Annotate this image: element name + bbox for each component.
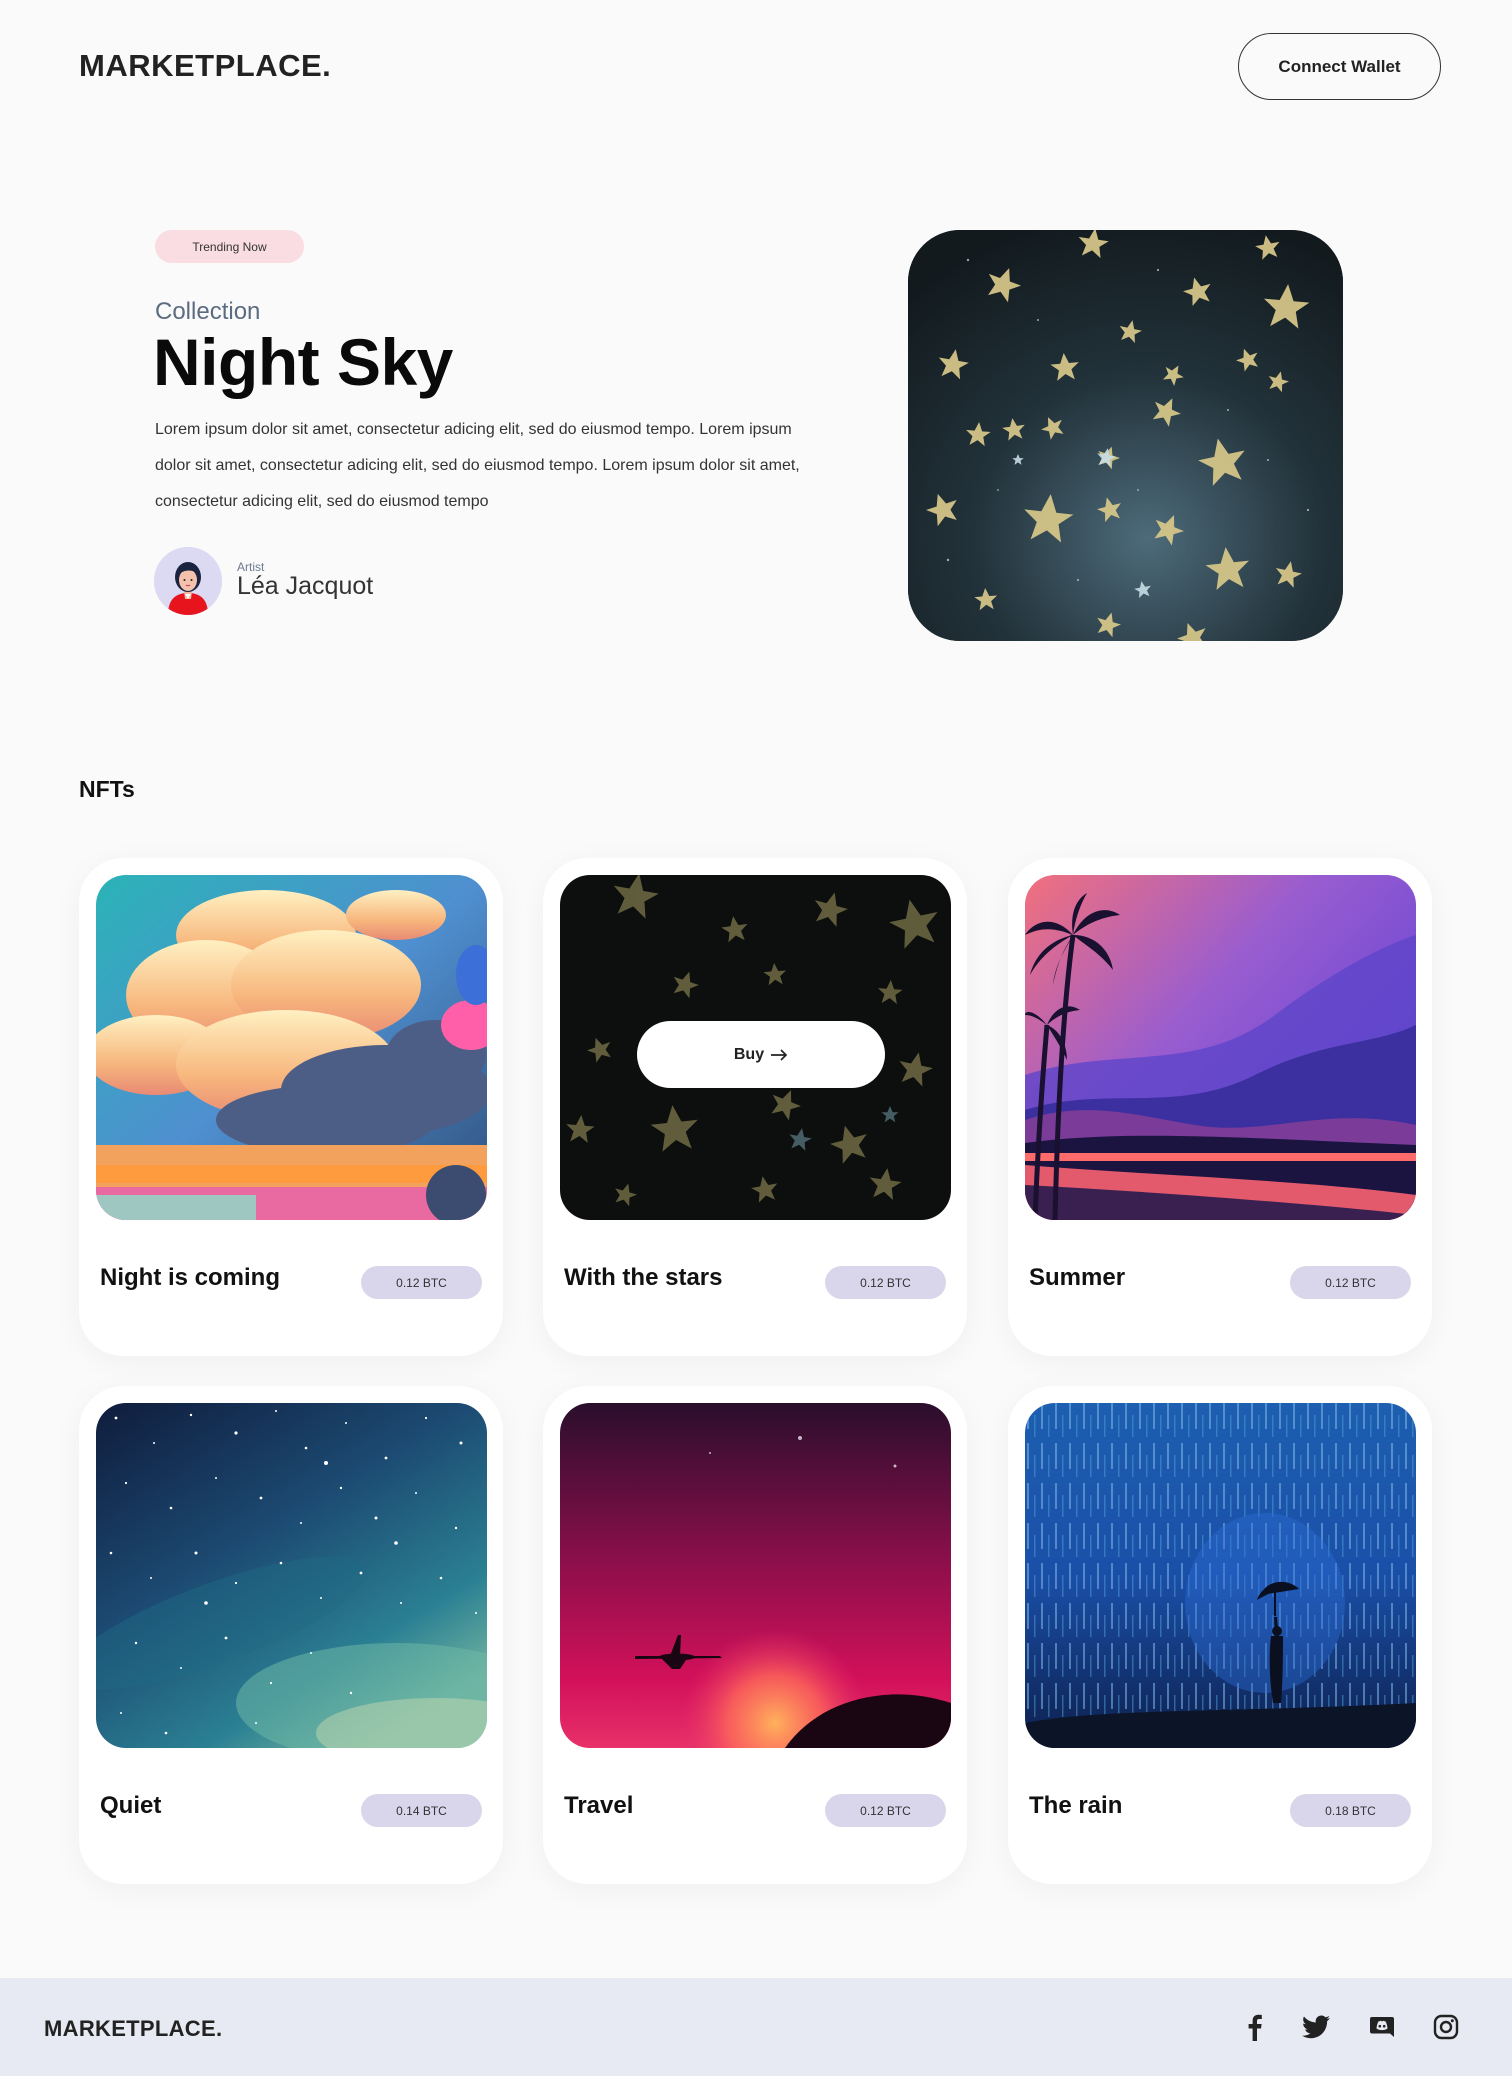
facebook-icon[interactable] [1240,2012,1270,2042]
artist-avatar[interactable] [154,547,222,615]
nft-name: Summer [1029,1264,1126,1291]
nft-image-summer[interactable] [1025,875,1416,1220]
price-badge: 0.12 BTC [825,1794,946,1827]
site-header: MARKETPLACE. Connect Wallet [0,0,1512,135]
footer-logo[interactable]: MARKETPLACE. [44,2016,222,2042]
nft-card[interactable]: Travel 0.12 BTC [543,1386,967,1884]
nft-card[interactable]: Buy With the stars 0.12 BTC [543,858,967,1356]
hero-subtitle: Collection [155,298,261,325]
trending-badge: Trending Now [155,230,304,263]
nft-card[interactable]: The rain 0.18 BTC [1008,1386,1432,1884]
nft-name: Night is coming [100,1264,280,1291]
hero-description: Lorem ipsum dolor sit amet, consectetur … [155,421,800,510]
nft-image-rain[interactable] [1025,1403,1416,1748]
nft-card[interactable]: Night is coming 0.12 BTC [79,858,503,1356]
nft-name: The rain [1029,1792,1123,1819]
price-badge: 0.12 BTC [825,1266,946,1299]
arrow-right-icon [770,1048,788,1061]
nft-card[interactable]: Summer 0.12 BTC [1008,858,1432,1356]
buy-label: Buy [733,1045,765,1063]
nft-card[interactable]: Quiet 0.14 BTC [79,1386,503,1884]
nft-image-quiet[interactable] [96,1403,487,1748]
price-badge: 0.18 BTC [1290,1794,1411,1827]
price-badge: 0.14 BTC [361,1794,482,1827]
buy-button[interactable]: Buy [637,1021,885,1088]
nft-image-stars[interactable]: Buy [560,875,951,1220]
price-badge: 0.12 BTC [1290,1266,1411,1299]
discord-icon[interactable] [1367,2012,1397,2042]
twitter-icon[interactable] [1301,2012,1331,2042]
price-badge: 0.12 BTC [361,1266,482,1299]
connect-wallet-button[interactable]: Connect Wallet [1238,33,1441,100]
artist-name[interactable]: Léa Jacquot [237,572,373,601]
nft-name: Quiet [100,1792,162,1819]
nft-image-travel[interactable] [560,1403,951,1748]
site-footer: MARKETPLACE. [0,1978,1512,2076]
nft-name: Travel [564,1792,634,1819]
nft-name: With the stars [564,1264,723,1291]
hero-title: Night Sky [153,325,453,399]
nft-image-clouds[interactable] [96,875,487,1220]
site-logo[interactable]: MARKETPLACE. [79,48,331,84]
hero-night-sky-image [908,230,1343,641]
instagram-icon[interactable] [1431,2012,1461,2042]
nfts-section-title: NFTs [79,776,135,802]
